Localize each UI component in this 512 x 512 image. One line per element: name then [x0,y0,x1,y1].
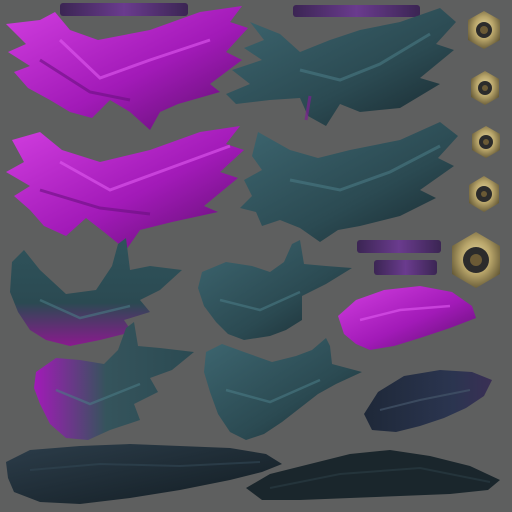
atlas-canvas [0,0,512,512]
texture-atlas [0,0,512,512]
